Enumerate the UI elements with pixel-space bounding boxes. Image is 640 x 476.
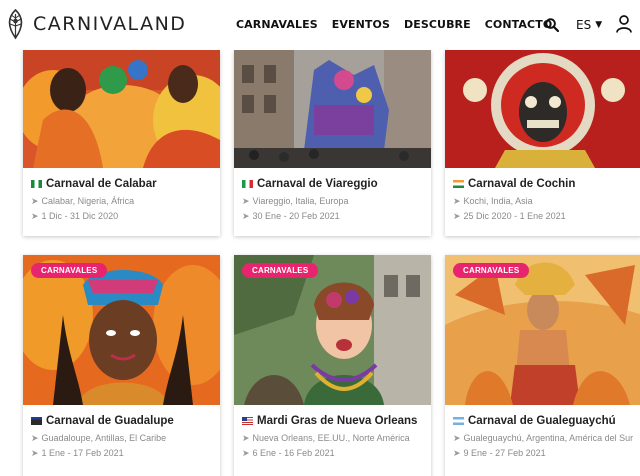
site-header: CARNIVALAND CARNAVALES EVENTOS DESCUBRE … (0, 0, 640, 50)
india-flag-icon (453, 180, 464, 188)
card-dates-text: 1 Dic - 31 Dic 2020 (41, 211, 119, 221)
carnival-card[interactable]: CARNAVALES Carnaval de Guadalupe ➤ Guadal… (23, 255, 220, 476)
card-body: Carnaval de Viareggio ➤ Viareggio, Italia… (234, 168, 431, 222)
card-title: Mardi Gras de Nueva Orleans (242, 415, 423, 427)
card-title-text: Carnaval de Viareggio (257, 178, 378, 190)
card-location: ➤ Calabar, Nigeria, África (31, 195, 212, 207)
card-body: Carnaval de Calabar ➤ Calabar, Nigeria, Á… (23, 168, 220, 222)
card-title: Carnaval de Viareggio (242, 178, 423, 190)
card-dates-text: 1 Ene - 17 Feb 2021 (41, 448, 124, 458)
italy-flag-icon (242, 180, 253, 188)
category-badge[interactable]: CARNAVALES (31, 263, 108, 278)
card-title-text: Carnaval de Gualeguaychú (468, 415, 616, 427)
carnival-card[interactable]: CARNAVALES Mardi Gras de Nueva Orleans ➤… (234, 255, 431, 476)
card-dates-text: 30 Ene - 20 Feb 2021 (252, 211, 340, 221)
card-title-text: Carnaval de Cochin (468, 178, 576, 190)
carnival-card[interactable]: Carnaval de Calabar ➤ Calabar, Nigeria, Á… (23, 50, 220, 236)
card-dates-text: 25 Dic 2020 - 1 Ene 2021 (463, 211, 566, 221)
nigeria-flag-icon (31, 180, 42, 188)
card-dates-text: 6 Ene - 16 Feb 2021 (252, 448, 335, 458)
card-title: Carnaval de Cochin (453, 178, 634, 190)
card-dates-text: 9 Ene - 27 Feb 2021 (463, 448, 546, 458)
card-image: CARNAVALES (234, 255, 431, 405)
card-location-text: Calabar, Nigeria, África (41, 196, 135, 206)
card-image (445, 50, 640, 168)
dates-arrow-icon: ➤ (242, 448, 250, 458)
card-location: ➤ Viareggio, Italia, Europa (242, 195, 423, 207)
feather-logo-icon (8, 8, 23, 40)
card-image (23, 50, 220, 168)
nav-item-eventos[interactable]: EVENTOS (332, 18, 390, 31)
main-nav: CARNAVALES EVENTOS DESCUBRE CONTACTO (236, 18, 552, 31)
language-selector[interactable]: ES ▼ (576, 18, 602, 32)
location-arrow-icon: ➤ (31, 433, 39, 443)
card-location: ➤ Kochi, India, Asia (453, 195, 634, 207)
calabar-photo (23, 50, 220, 168)
card-body: Carnaval de Gualeguaychú ➤ Gualeguaychú, … (445, 405, 640, 459)
language-label: ES (576, 18, 592, 32)
card-location-text: Gualeguaychú, Argentina, América del Sur (463, 433, 634, 443)
chevron-down-icon: ▼ (595, 20, 603, 30)
card-image: CARNAVALES (23, 255, 220, 405)
card-dates: ➤ 9 Ene - 27 Feb 2021 (453, 447, 634, 459)
card-body: Carnaval de Guadalupe ➤ Guadaloupe, Antil… (23, 405, 220, 459)
card-title: Carnaval de Calabar (31, 178, 212, 190)
card-title: Carnaval de Gualeguaychú (453, 415, 634, 427)
card-dates: ➤ 30 Ene - 20 Feb 2021 (242, 210, 423, 222)
card-dates: ➤ 1 Ene - 17 Feb 2021 (31, 447, 212, 459)
dates-arrow-icon: ➤ (31, 448, 39, 458)
location-arrow-icon: ➤ (242, 196, 250, 206)
card-location-text: Nueva Orleans, EE.UU., Norte América (252, 433, 410, 443)
nav-item-contacto[interactable]: CONTACTO (485, 18, 553, 31)
card-dates: ➤ 6 Ene - 16 Feb 2021 (242, 447, 423, 459)
usa-flag-icon (242, 417, 253, 425)
location-arrow-icon: ➤ (453, 196, 461, 206)
card-location: ➤ Gualeguaychú, Argentina, América del Su… (453, 432, 634, 444)
card-title-text: Carnaval de Calabar (46, 178, 157, 190)
card-body: Carnaval de Cochin ➤ Kochi, India, Asia ➤… (445, 168, 640, 222)
category-badge[interactable]: CARNAVALES (453, 263, 530, 278)
card-dates: ➤ 1 Dic - 31 Dic 2020 (31, 210, 212, 222)
search-icon[interactable] (545, 18, 559, 32)
card-dates: ➤ 25 Dic 2020 - 1 Ene 2021 (453, 210, 634, 222)
location-arrow-icon: ➤ (242, 433, 250, 443)
user-icon[interactable] (616, 15, 632, 33)
card-image (234, 50, 431, 168)
brand-logo[interactable]: CARNIVALAND (2, 8, 186, 40)
category-badge[interactable]: CARNAVALES (242, 263, 319, 278)
dates-arrow-icon: ➤ (242, 211, 250, 221)
location-arrow-icon: ➤ (453, 433, 461, 443)
card-title-text: Carnaval de Guadalupe (46, 415, 174, 427)
card-location-text: Viareggio, Italia, Europa (252, 196, 349, 206)
location-arrow-icon: ➤ (31, 196, 39, 206)
carnival-card[interactable]: Carnaval de Viareggio ➤ Viareggio, Italia… (234, 50, 431, 236)
dates-arrow-icon: ➤ (453, 211, 461, 221)
card-title-text: Mardi Gras de Nueva Orleans (257, 415, 418, 427)
nav-item-carnavales[interactable]: CARNAVALES (236, 18, 318, 31)
nav-item-descubre[interactable]: DESCUBRE (404, 18, 471, 31)
card-image: CARNAVALES (445, 255, 640, 405)
cochin-photo (445, 50, 640, 168)
dates-arrow-icon: ➤ (453, 448, 461, 458)
card-location: ➤ Guadaloupe, Antillas, El Caribe (31, 432, 212, 444)
brand-name: CARNIVALAND (33, 13, 187, 35)
card-location-text: Kochi, India, Asia (463, 196, 533, 206)
card-location: ➤ Nueva Orleans, EE.UU., Norte América (242, 432, 423, 444)
argentina-flag-icon (453, 417, 464, 425)
card-location-text: Guadaloupe, Antillas, El Caribe (41, 433, 167, 443)
viareggio-photo (234, 50, 431, 168)
carnival-card[interactable]: Carnaval de Cochin ➤ Kochi, India, Asia ➤… (445, 50, 640, 236)
guadeloupe-flag-icon (31, 417, 42, 425)
card-title: Carnaval de Guadalupe (31, 415, 212, 427)
card-body: Mardi Gras de Nueva Orleans ➤ Nueva Orlea… (234, 405, 431, 459)
carnival-card[interactable]: CARNAVALES Carnaval de Gualeguaychú ➤ Gua… (445, 255, 640, 476)
dates-arrow-icon: ➤ (31, 211, 39, 221)
